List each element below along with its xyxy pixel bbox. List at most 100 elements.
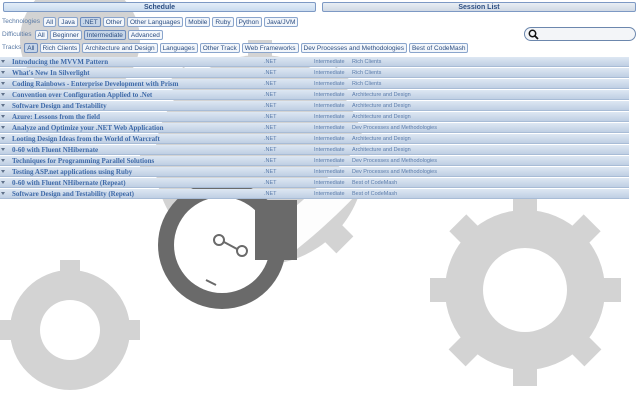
- session-track: Rich Clients: [352, 59, 382, 65]
- session-title: Software Design and Testability (Repeat): [12, 190, 134, 198]
- session-technology: .NET: [264, 147, 277, 153]
- expand-arrow-icon[interactable]: [1, 192, 5, 195]
- session-row[interactable]: 0-60 with Fluent NHibernate (Repeat) .NE…: [0, 178, 629, 188]
- expand-arrow-icon[interactable]: [1, 71, 5, 74]
- session-technology: .NET: [264, 169, 277, 175]
- track-languages-button[interactable]: Languages: [159, 42, 198, 53]
- track-best-of-codemash-button[interactable]: Best of CodeMash: [408, 42, 469, 53]
- track-rich-clients-button[interactable]: Rich Clients: [39, 42, 81, 53]
- session-difficulty: Intermediate: [314, 114, 345, 120]
- session-title: 0-60 with Fluent NHibernate (Repeat): [12, 179, 126, 187]
- session-difficulty: Intermediate: [314, 92, 345, 98]
- session-row[interactable]: Introducing the MVVM Pattern .NET Interm…: [0, 57, 629, 67]
- expand-arrow-icon[interactable]: [1, 137, 5, 140]
- expand-arrow-icon[interactable]: [1, 181, 5, 184]
- tech-dotnet-button[interactable]: .NET: [79, 16, 101, 27]
- search-icon: [528, 29, 539, 40]
- tech-ruby-button[interactable]: Ruby: [212, 16, 234, 27]
- difficulty-beginner-button[interactable]: Beginner: [49, 29, 82, 40]
- session-title: 0-60 with Fluent NHibernate: [12, 146, 99, 154]
- track-filter: Tracks All Rich Clients Architecture and…: [2, 42, 470, 53]
- session-technology: .NET: [264, 191, 277, 197]
- session-title: Software Design and Testability: [12, 102, 107, 110]
- tech-python-button[interactable]: Python: [235, 16, 262, 27]
- session-track: Dev Processes and Methodologies: [352, 169, 437, 175]
- expand-arrow-icon[interactable]: [1, 148, 5, 151]
- session-track: Architecture and Design: [352, 114, 411, 120]
- session-technology: .NET: [264, 92, 277, 98]
- expand-arrow-icon[interactable]: [1, 170, 5, 173]
- session-row[interactable]: Software Design and Testability .NET Int…: [0, 101, 629, 111]
- tech-other-button[interactable]: Other: [102, 16, 125, 27]
- track-architecture-button[interactable]: Architecture and Design: [82, 42, 158, 53]
- session-track: Best of CodeMash: [352, 180, 398, 186]
- tracks-label: Tracks: [2, 44, 22, 51]
- session-title: Azure: Lessons from the field: [12, 113, 101, 121]
- session-difficulty: Intermediate: [314, 81, 345, 87]
- session-difficulty: Intermediate: [314, 147, 345, 153]
- expand-arrow-icon[interactable]: [1, 93, 5, 96]
- expand-arrow-icon[interactable]: [1, 126, 5, 129]
- tech-java-jvm-button[interactable]: Java/JVM: [263, 16, 299, 27]
- difficulties-label: Difficulties: [2, 31, 32, 38]
- difficulty-advanced-button[interactable]: Advanced: [127, 29, 163, 40]
- session-technology: .NET: [264, 81, 277, 87]
- session-track: Architecture and Design: [352, 92, 411, 98]
- track-all-button[interactable]: All: [24, 42, 38, 53]
- session-row[interactable]: Software Design and Testability (Repeat)…: [0, 189, 629, 199]
- session-title: Convention over Configuration Applied to…: [12, 91, 153, 99]
- session-difficulty: Intermediate: [314, 180, 345, 186]
- expand-arrow-icon[interactable]: [1, 82, 5, 85]
- session-difficulty: Intermediate: [314, 169, 345, 175]
- session-title: Introducing the MVVM Pattern: [12, 58, 109, 66]
- track-dev-processes-button[interactable]: Dev Processes and Methodologies: [300, 42, 407, 53]
- difficulty-all-button[interactable]: All: [34, 29, 48, 40]
- session-row[interactable]: Analyze and Optimize your .NET Web Appli…: [0, 123, 629, 133]
- session-track: Best of CodeMash: [352, 191, 398, 197]
- session-technology: .NET: [264, 136, 277, 142]
- session-row[interactable]: Techniques for Programming Parallel Solu…: [0, 156, 629, 166]
- session-track: Architecture and Design: [352, 103, 411, 109]
- session-difficulty: Intermediate: [314, 136, 345, 142]
- expand-arrow-icon[interactable]: [1, 60, 5, 63]
- session-title: Coding Rainbows - Enterprise Development…: [12, 80, 179, 88]
- tab-session-list[interactable]: Session List: [322, 2, 636, 12]
- session-row[interactable]: Azure: Lessons from the field .NET Inter…: [0, 112, 629, 122]
- session-title: Techniques for Programming Parallel Solu…: [12, 157, 155, 165]
- difficulty-filter: Difficulties All Beginner Intermediate A…: [2, 29, 165, 40]
- session-technology: .NET: [264, 103, 277, 109]
- session-title: Analyze and Optimize your .NET Web Appli…: [12, 124, 164, 132]
- session-difficulty: Intermediate: [314, 70, 345, 76]
- expand-arrow-icon[interactable]: [1, 104, 5, 107]
- session-title: Testing ASP.net applications using Ruby: [12, 168, 133, 176]
- track-web-frameworks-button[interactable]: Web Frameworks: [241, 42, 299, 53]
- session-row[interactable]: Testing ASP.net applications using Ruby …: [0, 167, 629, 177]
- session-track: Dev Processes and Methodologies: [352, 158, 437, 164]
- tech-other-languages-button[interactable]: Other Languages: [127, 16, 184, 27]
- expand-arrow-icon[interactable]: [1, 159, 5, 162]
- session-difficulty: Intermediate: [314, 191, 345, 197]
- session-track: Architecture and Design: [352, 147, 411, 153]
- session-track: Architecture and Design: [352, 136, 411, 142]
- session-difficulty: Intermediate: [314, 125, 345, 131]
- session-row[interactable]: Convention over Configuration Applied to…: [0, 90, 629, 100]
- session-row[interactable]: What's New In Silverlight .NET Intermedi…: [0, 68, 629, 78]
- tab-schedule[interactable]: Schedule: [3, 2, 316, 12]
- difficulty-intermediate-button[interactable]: Intermediate: [83, 29, 126, 40]
- technologies-label: Technologies: [2, 18, 40, 25]
- tech-java-button[interactable]: Java: [58, 16, 78, 27]
- track-other-track-button[interactable]: Other Track: [199, 42, 240, 53]
- expand-arrow-icon[interactable]: [1, 115, 5, 118]
- technology-filter: Technologies All Java .NET Other Other L…: [2, 16, 300, 27]
- session-row[interactable]: Looting Design Ideas from the World of W…: [0, 134, 629, 144]
- session-technology: .NET: [264, 114, 277, 120]
- session-row[interactable]: Coding Rainbows - Enterprise Development…: [0, 79, 629, 89]
- tech-all-button[interactable]: All: [42, 16, 57, 27]
- session-title: What's New In Silverlight: [12, 69, 90, 77]
- tech-mobile-button[interactable]: Mobile: [185, 16, 211, 27]
- session-difficulty: Intermediate: [314, 103, 345, 109]
- session-track: Rich Clients: [352, 70, 382, 76]
- search-input[interactable]: [524, 27, 636, 41]
- session-row[interactable]: 0-60 with Fluent NHibernate .NET Interme…: [0, 145, 629, 155]
- session-title: Looting Design Ideas from the World of W…: [12, 135, 160, 143]
